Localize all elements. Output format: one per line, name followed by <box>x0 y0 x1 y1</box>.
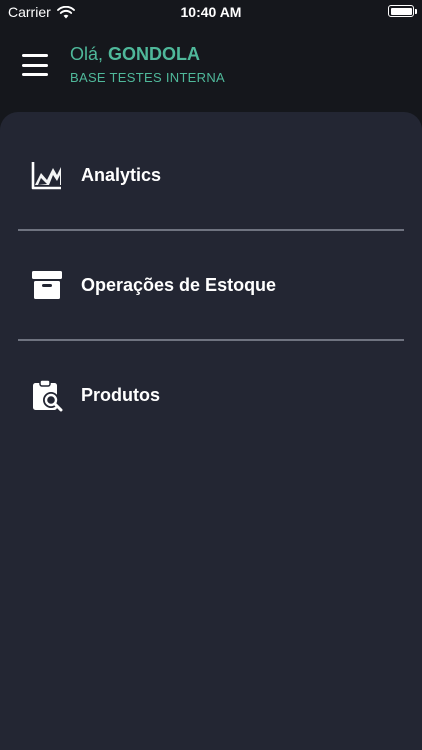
greeting: Olá, GONDOLA <box>70 44 200 65</box>
store-name: BASE TESTES INTERNA <box>70 70 225 85</box>
chart-line-icon <box>31 162 61 190</box>
app-screen: Carrier 10:40 AM Olá, GONDOLA BASE TESTE… <box>0 0 422 750</box>
menu-line <box>22 54 48 57</box>
battery-icon <box>388 5 417 17</box>
status-right <box>388 5 417 17</box>
status-time: 10:40 AM <box>180 4 242 20</box>
menu-item-label: Analytics <box>81 164 162 185</box>
menu-line <box>22 63 48 67</box>
menu-item-operacoes-estoque[interactable]: Operações de Estoque <box>0 230 422 340</box>
archive-box-icon <box>32 271 62 299</box>
header: Olá, GONDOLA BASE TESTES INTERNA <box>0 26 422 112</box>
user-name: GONDOLA <box>108 44 201 64</box>
menu-line <box>22 73 48 76</box>
menu-item-label: Operações de Estoque <box>81 274 277 295</box>
menu-item-label: Produtos <box>81 384 160 405</box>
clipboard-search-icon <box>33 379 63 412</box>
greeting-prefix: Olá, <box>70 44 104 64</box>
hamburger-menu-icon[interactable] <box>22 54 48 76</box>
menu-panel: Analytics Operações de Estoque Produtos <box>0 112 422 750</box>
menu-item-produtos[interactable]: Produtos <box>0 340 422 450</box>
status-bar: Carrier 10:40 AM <box>0 0 422 26</box>
battery-level <box>390 7 412 15</box>
menu-item-analytics[interactable]: Analytics <box>0 120 422 230</box>
